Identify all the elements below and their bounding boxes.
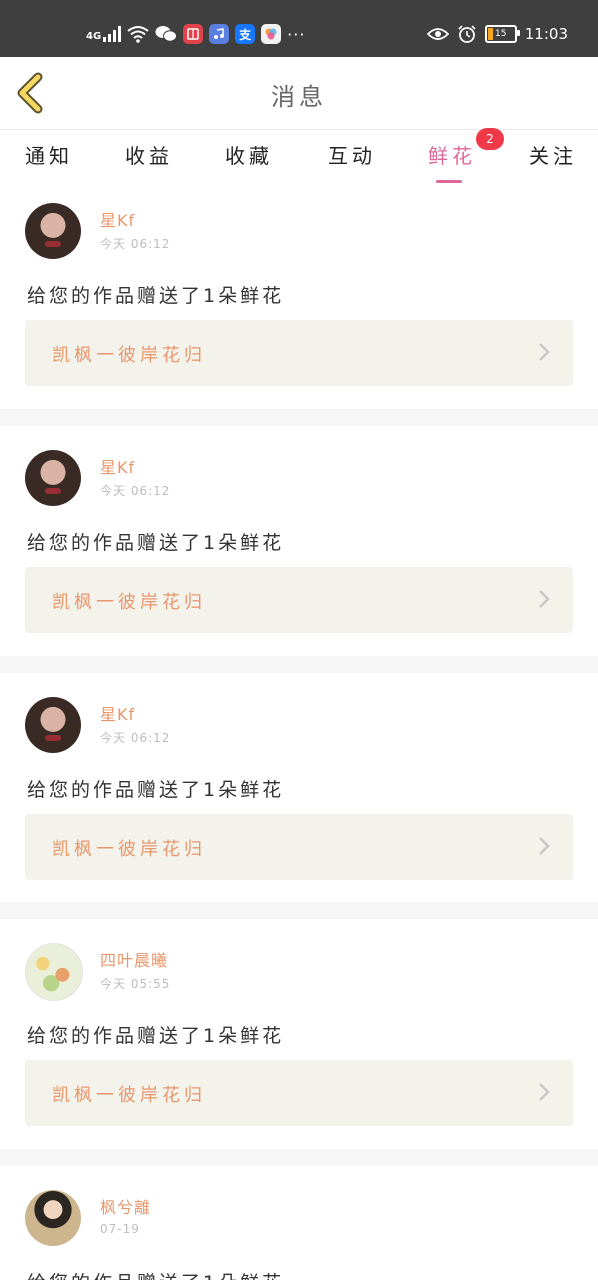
avatar[interactable]	[25, 203, 81, 259]
sender-name[interactable]: 四叶晨曦	[100, 947, 168, 971]
music-app-icon	[209, 24, 230, 44]
avatar[interactable]	[25, 943, 83, 1001]
battery-level: 15	[495, 29, 507, 39]
sender-name[interactable]: 星Kf	[100, 701, 135, 725]
message-time: 今天 05:55	[100, 977, 171, 991]
work-link[interactable]: 凯枫一彼岸花归	[25, 567, 573, 633]
message-time: 07-19	[100, 1222, 140, 1236]
card-separator	[0, 902, 598, 919]
avatar[interactable]	[25, 450, 81, 506]
tab-label: 关注	[529, 144, 577, 168]
unread-badge: 2	[476, 128, 504, 150]
alipay-glyph: 支	[239, 27, 252, 42]
network-type: 4G	[86, 31, 102, 42]
alipay-icon: 支	[235, 24, 256, 44]
sender-name[interactable]: 星Kf	[100, 207, 135, 231]
wifi-icon	[127, 26, 149, 43]
work-link[interactable]: 凯枫一彼岸花归	[25, 814, 573, 880]
message-text: 给您的作品赠送了1朵鲜花	[27, 285, 285, 307]
work-title: 凯枫一彼岸花归	[52, 592, 206, 613]
tab-label: 收藏	[225, 144, 273, 168]
more-notifications-icon: ···	[287, 24, 306, 44]
card-separator	[0, 409, 598, 426]
work-link[interactable]: 凯枫一彼岸花归	[25, 1060, 573, 1126]
card-separator	[0, 1149, 598, 1166]
card-separator	[0, 656, 598, 673]
alarm-icon	[458, 25, 476, 43]
tab-follows[interactable]: 关注	[529, 140, 577, 169]
tab-notifications[interactable]: 通知	[25, 140, 73, 169]
work-title: 凯枫一彼岸花归	[52, 839, 206, 860]
message-time: 今天 06:12	[100, 731, 171, 745]
tab-label: 鲜花	[428, 144, 476, 168]
app-header: 消息	[0, 57, 598, 130]
work-link[interactable]: 凯枫一彼岸花归	[25, 320, 573, 386]
message-card: 星Kf 今天 06:12 给您的作品赠送了1朵鲜花 凯枫一彼岸花归	[0, 430, 598, 660]
message-text: 给您的作品赠送了1朵鲜花	[27, 532, 285, 554]
tab-flowers[interactable]: 鲜花 2	[428, 128, 504, 183]
chevron-right-icon	[539, 343, 550, 361]
message-card: 星Kf 今天 06:12 给您的作品赠送了1朵鲜花 凯枫一彼岸花归	[0, 183, 598, 413]
status-left: 4G 支 ···	[86, 20, 305, 48]
tab-bar: 通知 收益 收藏 互动 鲜花 2 关注	[0, 128, 598, 183]
avatar[interactable]	[25, 1190, 81, 1246]
tab-earnings[interactable]: 收益	[125, 140, 173, 169]
avatar[interactable]	[25, 697, 81, 753]
gallery-app-icon	[261, 24, 282, 44]
chevron-right-icon	[539, 590, 550, 608]
message-card: 四叶晨曦 今天 05:55 给您的作品赠送了1朵鲜花 凯枫一彼岸花归	[0, 923, 598, 1153]
message-text: 给您的作品赠送了1朵鲜花	[27, 1025, 285, 1047]
message-text: 给您的作品赠送了1朵鲜花	[27, 1268, 284, 1280]
signal-bars-icon	[103, 26, 122, 42]
chevron-right-icon	[539, 837, 550, 855]
work-title: 凯枫一彼岸花归	[52, 345, 206, 366]
battery-icon: 15	[484, 25, 520, 43]
sender-name[interactable]: 星Kf	[100, 454, 135, 478]
chevron-right-icon	[539, 1083, 550, 1101]
message-card: 星Kf 今天 06:12 给您的作品赠送了1朵鲜花 凯枫一彼岸花归	[0, 677, 598, 907]
eye-comfort-icon	[426, 28, 449, 40]
tab-label: 收益	[125, 144, 173, 168]
tab-interactions[interactable]: 互动	[328, 140, 376, 169]
message-text: 给您的作品赠送了1朵鲜花	[27, 779, 285, 801]
status-right: 15 11:03	[426, 20, 568, 48]
clock: 11:03	[524, 25, 568, 43]
book-app-icon	[183, 24, 204, 44]
tab-label: 通知	[25, 144, 73, 168]
status-bar: 4G 支 ··· 15 11:03	[0, 0, 598, 57]
work-title: 凯枫一彼岸花归	[52, 1085, 206, 1106]
signal-indicator: 4G	[86, 26, 122, 42]
message-time: 今天 06:12	[100, 237, 171, 251]
tab-favorites[interactable]: 收藏	[225, 140, 273, 169]
sender-name[interactable]: 枫兮離	[100, 1194, 151, 1218]
tab-label: 互动	[328, 144, 376, 168]
message-card: 枫兮離 07-19 给您的作品赠送了1朵鲜花	[0, 1170, 598, 1280]
message-time: 今天 06:12	[100, 484, 171, 498]
page-title: 消息	[271, 83, 327, 111]
wechat-icon	[155, 26, 178, 42]
